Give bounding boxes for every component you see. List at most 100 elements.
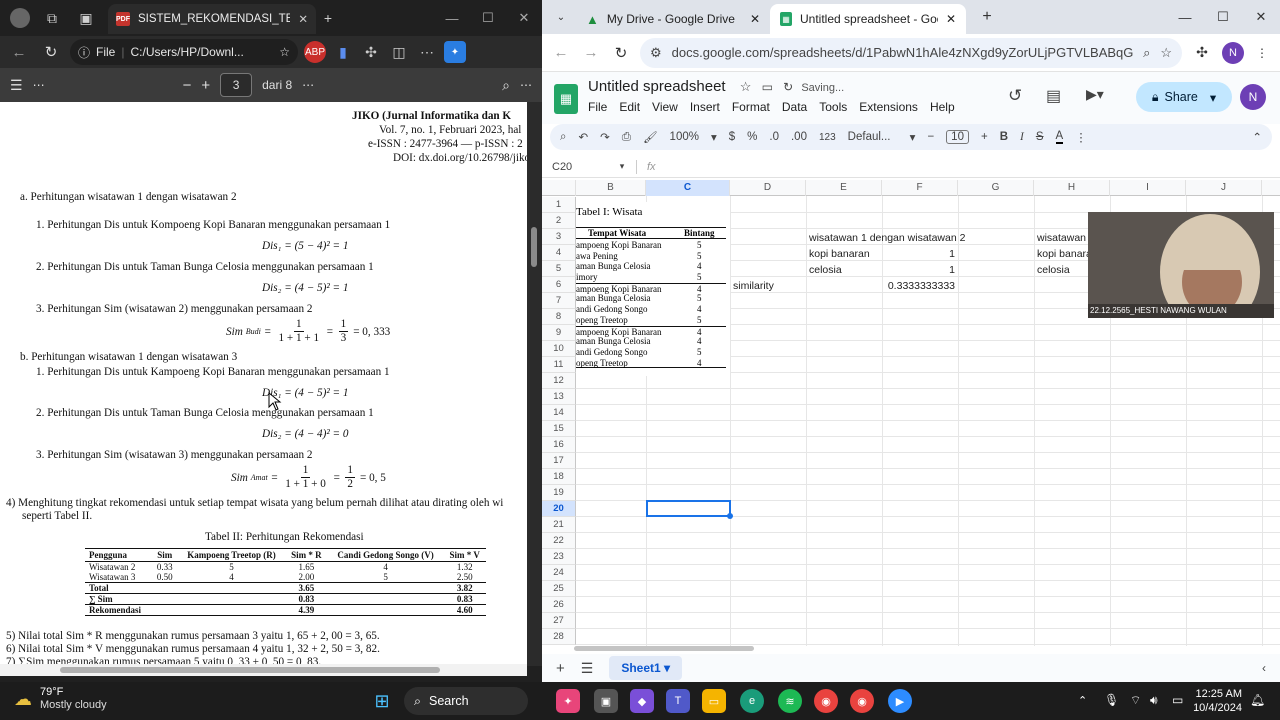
fill-handle[interactable] xyxy=(727,513,733,519)
copilot-icon[interactable]: ◆ xyxy=(630,689,654,713)
row-header-13[interactable]: 13 xyxy=(542,389,576,405)
menu-data[interactable]: Data xyxy=(782,100,807,114)
zoom-select[interactable]: 100% xyxy=(670,131,699,143)
embedded-table-image[interactable]: Tabel I: Wisata Tempat Wisata Bintang am… xyxy=(576,202,730,376)
meet-icon[interactable]: ▶▾ xyxy=(1086,86,1104,103)
teams-icon[interactable]: T xyxy=(666,689,690,713)
more-menu-icon[interactable]: ⋯ xyxy=(416,41,438,63)
system-clock[interactable]: 12:25 AM 10/4/2024 xyxy=(1193,687,1242,715)
chevron-down-icon[interactable]: ▾ xyxy=(910,130,916,144)
chevron-down-icon[interactable]: ▾ xyxy=(614,161,630,172)
italic-icon[interactable]: I xyxy=(1020,131,1024,143)
zoom-app-icon[interactable]: ▶ xyxy=(888,689,912,713)
copilot-app-icon[interactable]: ✦ xyxy=(556,689,580,713)
comments-icon[interactable]: ▤ xyxy=(1046,86,1061,106)
chrome-url-field[interactable]: ⚙ docs.google.com/spreadsheets/d/1PabwN1… xyxy=(640,37,1182,68)
pdf-vertical-scrollbar[interactable] xyxy=(528,102,542,664)
close-tab-icon[interactable]: ✕ xyxy=(750,12,760,26)
menu-view[interactable]: View xyxy=(652,100,678,114)
workspaces-icon[interactable]: ⧉ xyxy=(42,8,62,28)
close-tab-icon[interactable]: ✕ xyxy=(946,12,956,26)
column-header-i[interactable]: I xyxy=(1110,180,1186,196)
column-header-c[interactable]: C xyxy=(646,180,730,196)
chevron-down-icon[interactable]: ▾ xyxy=(1210,90,1216,105)
menu-tools[interactable]: Tools xyxy=(819,100,847,114)
row-header-7[interactable]: 7 xyxy=(542,293,576,309)
menu-file[interactable]: File xyxy=(588,100,607,114)
row-header-3[interactable]: 3 xyxy=(542,229,576,245)
version-history-icon[interactable]: ↺ xyxy=(1008,86,1022,106)
row-header-23[interactable]: 23 xyxy=(542,549,576,565)
page-number-input[interactable]: 3 xyxy=(220,73,253,97)
tab-pdf[interactable]: PDF SISTEM_REKOMENDASI_TEMPAT_ ✕ xyxy=(108,4,316,34)
back-icon[interactable]: ← xyxy=(6,39,32,65)
add-sheet-icon[interactable]: + xyxy=(556,660,565,677)
chrome-app-icon[interactable]: ◉ xyxy=(814,689,838,713)
column-header-j[interactable]: J xyxy=(1186,180,1262,196)
row-header-21[interactable]: 21 xyxy=(542,517,576,533)
title-text[interactable]: Untitled spreadsheet xyxy=(588,78,726,95)
cell-f6[interactable]: 0.3333333333 xyxy=(882,278,958,294)
row-header-10[interactable]: 10 xyxy=(542,341,576,357)
row-header-9[interactable]: 9 xyxy=(542,325,576,341)
row-header-4[interactable]: 4 xyxy=(542,245,576,261)
horizontal-scrollbar[interactable] xyxy=(574,646,754,651)
font-select[interactable]: Defaul... xyxy=(848,131,898,143)
row-header-27[interactable]: 27 xyxy=(542,613,576,629)
menu-extensions[interactable]: Extensions xyxy=(859,100,918,114)
row-header-26[interactable]: 26 xyxy=(542,597,576,613)
extensions-icon[interactable]: ✣ xyxy=(360,41,382,63)
maximize-icon[interactable]: ☐ xyxy=(1204,0,1242,34)
row-header-16[interactable]: 16 xyxy=(542,437,576,453)
close-window-icon[interactable]: ✕ xyxy=(1242,0,1280,34)
minimize-icon[interactable]: — xyxy=(1166,0,1204,34)
row-header-25[interactable]: 25 xyxy=(542,581,576,597)
row-header-18[interactable]: 18 xyxy=(542,469,576,485)
decrease-decimal-button[interactable]: .0 xyxy=(769,131,779,143)
increase-decimal-button[interactable]: .00 xyxy=(791,131,807,143)
bold-icon[interactable]: B xyxy=(1000,131,1008,143)
row-header-28[interactable]: 28 xyxy=(542,629,576,645)
row-header-1[interactable]: 1 xyxy=(542,197,576,213)
menu-insert[interactable]: Insert xyxy=(690,100,720,114)
bookmark-star-icon[interactable]: ☆ xyxy=(1160,45,1172,61)
profile-avatar-icon[interactable] xyxy=(10,8,30,28)
minimize-icon[interactable]: — xyxy=(434,0,470,36)
star-icon[interactable]: ☆ xyxy=(740,79,752,95)
tab-google-sheets[interactable]: ▦ Untitled spreadsheet - Google ✕ xyxy=(770,4,966,34)
percent-format-button[interactable]: % xyxy=(747,131,757,143)
cell-e5[interactable]: celosia xyxy=(806,262,845,278)
file-explorer-icon[interactable]: ▭ xyxy=(702,689,726,713)
redo-icon[interactable]: ↷ xyxy=(600,130,610,144)
pdf-overflow-icon[interactable]: ⋯ xyxy=(520,78,532,92)
cell-h5[interactable]: celosia xyxy=(1034,262,1073,278)
cell-e4[interactable]: kopi banaran xyxy=(806,246,873,262)
menu-help[interactable]: Help xyxy=(930,100,955,114)
zoom-in-icon[interactable]: + xyxy=(201,77,210,94)
hidden-icons-chevron-icon[interactable]: ⌃ xyxy=(1078,694,1087,707)
contents-icon[interactable]: ☰ xyxy=(10,77,23,94)
cell-f5[interactable]: 1 xyxy=(882,262,958,278)
back-icon[interactable]: ← xyxy=(550,44,572,61)
task-view-icon[interactable]: ▣ xyxy=(594,689,618,713)
selected-cell-c20[interactable] xyxy=(646,500,733,519)
tab-actions-icon[interactable]: ▣ xyxy=(76,8,96,28)
refresh-icon[interactable]: ↻ xyxy=(610,44,632,62)
row-header-14[interactable]: 14 xyxy=(542,405,576,421)
chevron-down-icon[interactable]: ▾ xyxy=(711,130,717,144)
search-menus-icon[interactable]: ⌕ xyxy=(560,131,566,144)
maximize-icon[interactable]: ☐ xyxy=(470,0,506,36)
extensions-icon[interactable]: ✣ xyxy=(1190,44,1214,61)
pdf-search-icon[interactable]: ⌕ xyxy=(502,77,510,94)
sheets-logo-icon[interactable]: ▦ xyxy=(554,84,578,114)
menu-format[interactable]: Format xyxy=(732,100,770,114)
move-folder-icon[interactable]: ▭ xyxy=(762,80,773,94)
more-formats-button[interactable]: 123 xyxy=(819,132,836,143)
split-screen-icon[interactable]: ◫ xyxy=(388,41,410,63)
row-header-17[interactable]: 17 xyxy=(542,453,576,469)
column-header-d[interactable]: D xyxy=(730,180,806,196)
name-box[interactable]: C20 xyxy=(542,161,614,173)
column-header-b[interactable]: B xyxy=(576,180,646,196)
cell-h4[interactable]: kopi banara xyxy=(1034,246,1095,262)
row-header-12[interactable]: 12 xyxy=(542,373,576,389)
